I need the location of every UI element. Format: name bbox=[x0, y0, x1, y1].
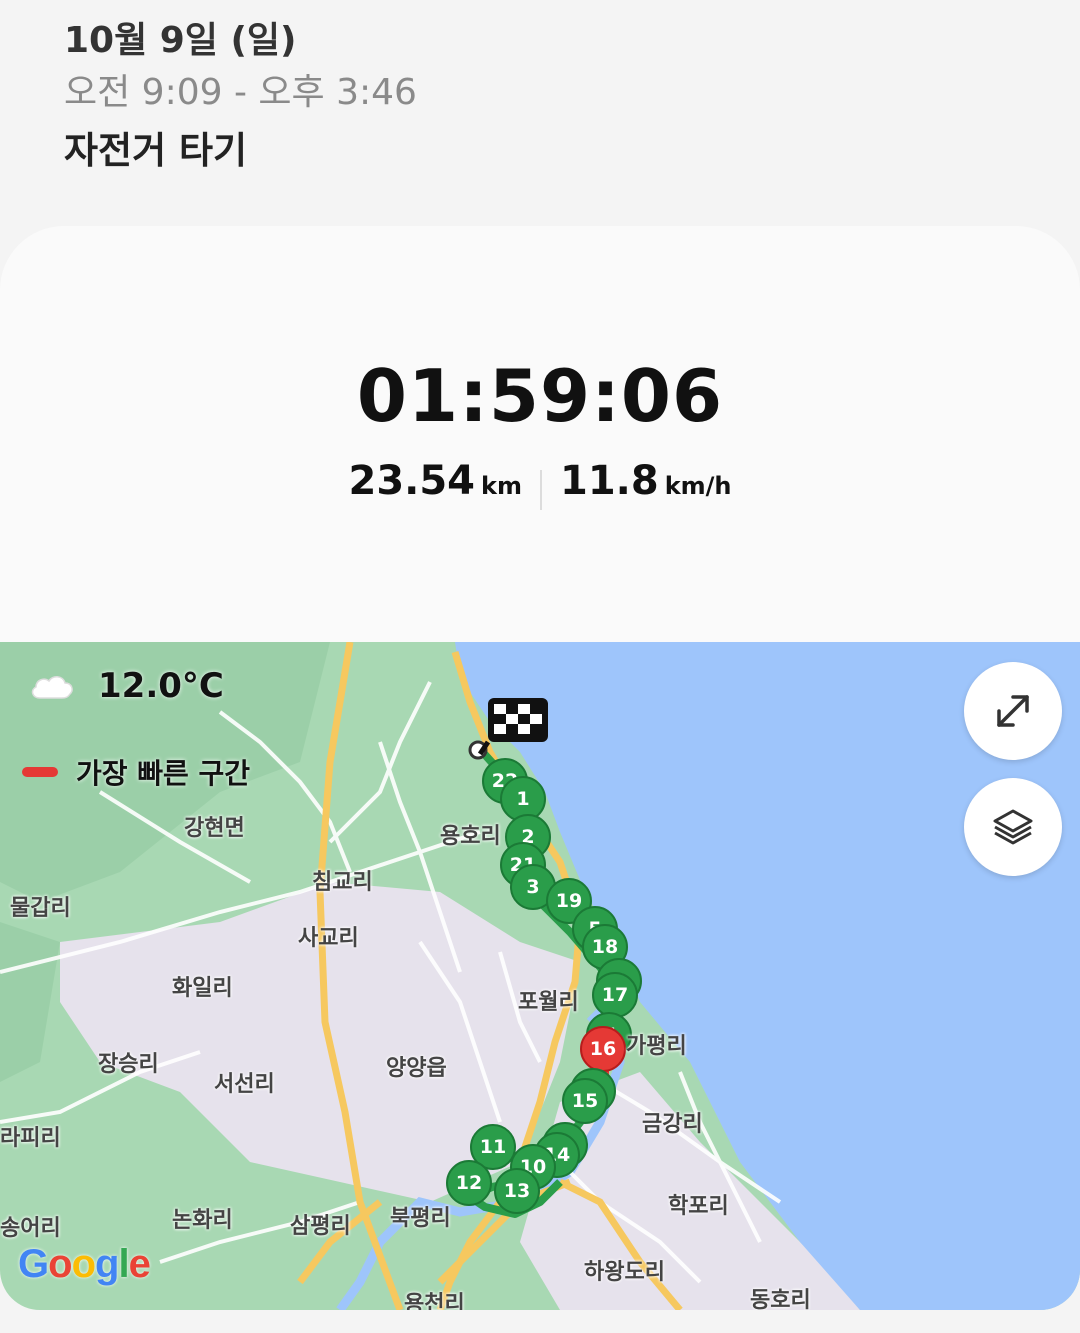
activity-date: 10월 9일 (일) bbox=[64, 20, 297, 61]
place-label: 용천리 bbox=[404, 1292, 465, 1310]
activity-time-range: 오전 9:09 - 오후 3:46 bbox=[64, 72, 417, 113]
duration-value: 01:59:06 bbox=[356, 354, 724, 438]
distance-unit: km bbox=[481, 472, 522, 500]
place-label: 침교리 bbox=[312, 870, 373, 895]
fastest-segment-label: 가장 빠른 구간 bbox=[76, 757, 251, 790]
fastest-segment-legend: 가장 빠른 구간 bbox=[22, 752, 250, 792]
place-label: 사교리 bbox=[298, 926, 359, 951]
place-label: 양양읍 bbox=[386, 1056, 447, 1081]
place-label: 포월리 bbox=[518, 990, 579, 1015]
temperature-value: 12.0°C bbox=[98, 666, 224, 706]
weather-info: 12.0°C bbox=[28, 666, 224, 706]
fastest-segment-swatch bbox=[22, 767, 58, 777]
place-label: 강현면 bbox=[184, 816, 245, 841]
route-marker[interactable]: 17 bbox=[592, 972, 638, 1018]
route-map[interactable]: 22 1 2 21 3 19 5 18 6 17 7 16 8 15 9 14 … bbox=[0, 642, 1080, 1310]
route-marker[interactable]: 13 bbox=[494, 1168, 540, 1214]
route-marker[interactable]: 12 bbox=[446, 1160, 492, 1206]
expand-icon bbox=[997, 695, 1029, 727]
place-label: 물갑리 bbox=[10, 896, 71, 921]
expand-map-button[interactable] bbox=[964, 662, 1062, 760]
place-label: 가평리 bbox=[626, 1034, 687, 1059]
place-label: 삼평리 bbox=[290, 1214, 351, 1239]
place-label: 용호리 bbox=[440, 824, 501, 849]
speed-stat: 11.8 km/h bbox=[542, 458, 750, 504]
activity-header: 10월 9일 (일) 오전 9:09 - 오후 3:46 자전거 타기 bbox=[64, 18, 417, 180]
speed-value: 11.8 bbox=[559, 458, 659, 504]
place-label: 논화리 bbox=[172, 1208, 233, 1233]
finish-flag-icon bbox=[478, 698, 548, 756]
fastest-segment-marker[interactable]: 16 bbox=[580, 1026, 626, 1072]
layers-icon bbox=[993, 809, 1033, 845]
place-label: 학포리 bbox=[668, 1194, 729, 1219]
place-label: 장승리 bbox=[98, 1052, 159, 1077]
cloud-icon bbox=[31, 676, 73, 699]
activity-type: 자전거 타기 bbox=[64, 129, 248, 172]
stats-row: 23.54 km 11.8 km/h bbox=[0, 458, 1080, 510]
route-marker[interactable]: 15 bbox=[562, 1078, 608, 1124]
place-label: 하왕도리 bbox=[584, 1260, 665, 1285]
place-label: 북평리 bbox=[390, 1206, 451, 1231]
workout-summary-card: 01:59:06 23.54 km 11.8 km/h 22 1 2 3 19 … bbox=[0, 226, 1080, 1310]
speed-unit: km/h bbox=[664, 472, 732, 500]
distance-value: 23.54 bbox=[348, 458, 476, 504]
place-label: 화일리 bbox=[172, 976, 233, 1001]
place-label: 라피리 bbox=[0, 1126, 61, 1151]
place-label: 서선리 bbox=[214, 1072, 275, 1097]
map-layers-button[interactable] bbox=[964, 778, 1062, 876]
place-label: 동호리 bbox=[750, 1288, 811, 1310]
place-label: 금강리 bbox=[642, 1112, 703, 1137]
distance-stat: 23.54 km bbox=[330, 458, 540, 504]
place-label: 송어리 bbox=[0, 1216, 61, 1241]
google-logo: Google bbox=[18, 1242, 151, 1286]
